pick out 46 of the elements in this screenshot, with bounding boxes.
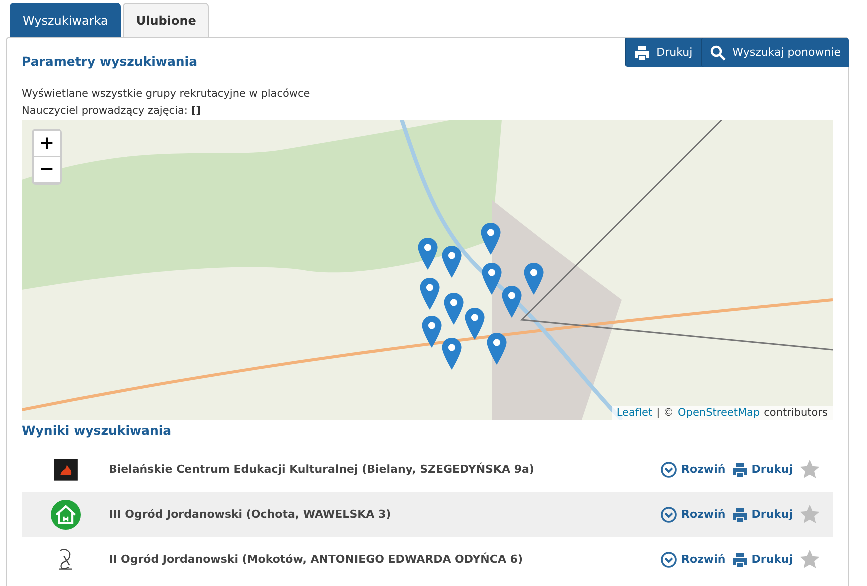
printer-icon	[732, 552, 748, 568]
section-title: Parametry wyszukiwania	[22, 54, 198, 69]
map-pin-icon[interactable]	[502, 286, 522, 318]
map-pin-icon[interactable]	[487, 333, 507, 365]
favorite-star-icon[interactable]	[799, 504, 821, 526]
map-pin-icon[interactable]	[442, 246, 462, 278]
favorite-star-icon[interactable]	[799, 458, 821, 480]
info-text: Wyświetlane wszystkie grupy rekrutacyjne w placówce	[22, 87, 312, 101]
attribution-link[interactable]: Leaflet	[616, 407, 653, 419]
info-text: Nauczyciel prowadzący zajęcia: []	[22, 104, 202, 118]
print-link[interactable]: Drukuj	[732, 506, 793, 522]
zoom-in-button[interactable]: +	[34, 131, 60, 157]
result-name: II Ogród Jordanowski (Mokotów, ANTONIEGO EDWARDA ODYŃCA 6)	[109, 553, 524, 566]
map-pin-icon[interactable]	[420, 278, 440, 310]
chevron-down-icon	[661, 462, 678, 478]
expand-link[interactable]: Rozwiń	[661, 552, 726, 568]
map-pin-icon[interactable]	[465, 308, 485, 340]
printer-icon	[634, 44, 650, 60]
expand-link[interactable]: Rozwiń	[661, 462, 726, 478]
map-pin-icon[interactable]	[524, 263, 544, 295]
favorite-star-icon[interactable]	[799, 548, 821, 570]
attribution-link[interactable]: OpenStreetMap	[678, 407, 760, 419]
chevron-down-icon	[661, 552, 678, 568]
toolbar-button[interactable]: Wyszukaj ponownie	[700, 38, 849, 67]
map-pin-icon[interactable]	[481, 223, 501, 255]
attribution-text: | ©	[656, 407, 674, 419]
printer-icon	[732, 506, 748, 522]
logo-icon	[52, 456, 78, 482]
printer-icon	[732, 462, 748, 478]
map-pin-icon[interactable]	[422, 316, 442, 348]
chevron-down-icon	[661, 506, 678, 522]
print-link[interactable]: Drukuj	[732, 462, 793, 478]
logo-icon	[50, 500, 80, 530]
result-name: III Ogród Jordanowski (Ochota, WAWELSKA 3)	[109, 508, 392, 521]
map-pin-icon[interactable]	[418, 238, 438, 270]
expand-link[interactable]: Rozwiń	[661, 506, 726, 522]
map-pin-icon[interactable]	[442, 338, 462, 370]
result-name: Bielańskie Centrum Edukacji Kulturalnej (Bielany, SZEGEDYŃSKA 9a)	[109, 463, 536, 476]
tab[interactable]: Ulubione	[123, 3, 210, 37]
map-pin-icon[interactable]	[482, 263, 502, 295]
search-icon	[710, 44, 726, 60]
section-title: Wyniki wyszukiwania	[22, 423, 173, 438]
tab[interactable]: Wyszukiwarka	[10, 3, 122, 37]
attribution-text: contributors	[764, 407, 828, 419]
print-link[interactable]: Drukuj	[732, 552, 793, 568]
map-pin-icon[interactable]	[444, 293, 464, 325]
